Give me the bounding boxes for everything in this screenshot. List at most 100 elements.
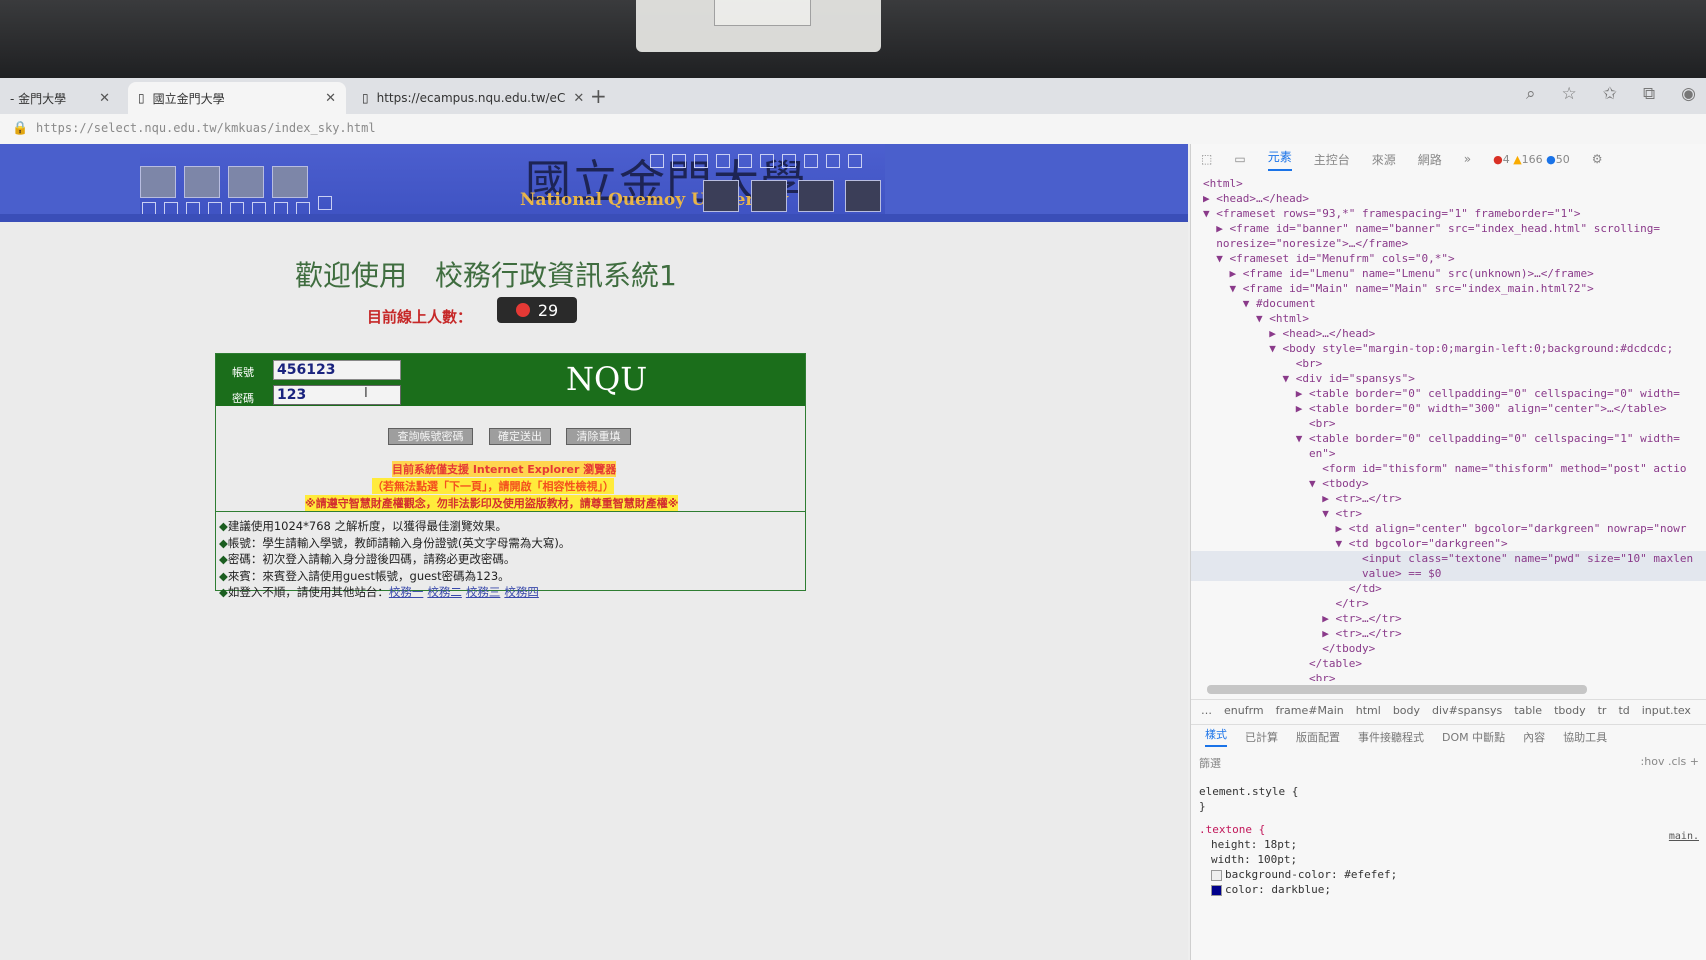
styles-tab[interactable]: DOM 中斷點	[1442, 729, 1505, 745]
dom-node[interactable]: ▶ <tr>…</tr>	[1191, 611, 1706, 626]
css-prop[interactable]: height: 18pt;	[1199, 837, 1397, 852]
tab-elements[interactable]: 元素	[1267, 148, 1292, 171]
issue-counts[interactable]: ●4 ▲166 ●50	[1493, 153, 1570, 166]
lookup-password-button[interactable]: 查詢帳號密碼	[388, 428, 473, 445]
login-panel: 帳號 456123 密碼 123 I NQU 查詢帳號密碼 確定送出 清除重填 …	[215, 353, 806, 599]
dom-node[interactable]: ▼ #document	[1191, 296, 1706, 311]
dom-node[interactable]: ▼ <td bgcolor="darkgreen">	[1191, 536, 1706, 551]
dom-node[interactable]: ▶ <frame id="Lmenu" name="Lmenu" src(unk…	[1191, 266, 1706, 281]
dom-node[interactable]: ▼ <table border="0" cellpadding="0" cell…	[1191, 431, 1706, 446]
breadcrumb-item[interactable]: enufrm	[1224, 704, 1264, 717]
dom-node[interactable]: <html>	[1191, 176, 1706, 191]
alt-site-link[interactable]: 校務四	[504, 585, 539, 599]
breadcrumb-item[interactable]: td	[1618, 704, 1629, 717]
collections-icon[interactable]: ⧉	[1643, 84, 1655, 104]
dom-node[interactable]: ▼ <tbody>	[1191, 476, 1706, 491]
more-tabs-icon[interactable]: »	[1464, 152, 1471, 166]
dom-node[interactable]: <br>	[1191, 356, 1706, 371]
dom-node[interactable]: ▶ <tr>…</tr>	[1191, 491, 1706, 506]
dom-node[interactable]: ▶ <frame id="banner" name="banner" src="…	[1191, 221, 1706, 236]
new-tab-button[interactable]: +	[590, 84, 607, 108]
styles-tab[interactable]: 協助工具	[1563, 729, 1607, 745]
dom-node[interactable]: <input class="textone" name="pwd" size="…	[1191, 551, 1706, 566]
breadcrumb-item[interactable]: html	[1356, 704, 1381, 717]
dom-node[interactable]: </td>	[1191, 581, 1706, 596]
horizontal-scrollbar[interactable]	[1207, 685, 1587, 694]
breadcrumb-item[interactable]: …	[1201, 704, 1212, 717]
tab-sources[interactable]: 來源	[1372, 151, 1396, 168]
stylesheet-link[interactable]: main.	[1669, 831, 1699, 842]
dom-node[interactable]: <br>	[1191, 671, 1706, 681]
styles-filter[interactable]: 篩選 :hov .cls +	[1199, 755, 1699, 773]
favorite-add-icon[interactable]: ☆	[1562, 84, 1577, 104]
dom-node[interactable]: ▶ <tr>…</tr>	[1191, 626, 1706, 641]
address-url[interactable]: https://select.nqu.edu.tw/kmkuas/index_s…	[36, 121, 376, 135]
breadcrumb-item[interactable]: input.tex	[1642, 704, 1691, 717]
dom-node[interactable]: </tbody>	[1191, 641, 1706, 656]
styles-tab[interactable]: 事件接聽程式	[1358, 729, 1424, 745]
breadcrumb-item[interactable]: frame#Main	[1276, 704, 1344, 717]
reset-button[interactable]: 清除重填	[566, 428, 631, 445]
dom-tree[interactable]: <html> ▶ <head>…</head> ▼ <frameset rows="…	[1191, 176, 1706, 681]
breadcrumb-item[interactable]: tbody	[1554, 704, 1586, 717]
alt-site-link[interactable]: 校務二	[427, 585, 462, 599]
tab-1[interactable]: - 金門大學 ✕	[0, 82, 120, 114]
submit-button[interactable]: 確定送出	[489, 428, 551, 445]
breadcrumb-item[interactable]: table	[1514, 704, 1542, 717]
dom-node[interactable]: ▼ <frameset id="Menufrm" cols="0,*">	[1191, 251, 1706, 266]
tab-3[interactable]: ▯ https://ecampus.nqu.edu.tw/eC ✕	[352, 82, 584, 114]
dom-node[interactable]: ▼ <frame id="Main" name="Main" src="inde…	[1191, 281, 1706, 296]
close-icon[interactable]: ✕	[99, 91, 110, 106]
css-prop[interactable]: background-color: #efefef;	[1199, 867, 1397, 882]
dom-node[interactable]: ▶ <head>…</head>	[1191, 326, 1706, 341]
account-input[interactable]: 456123	[273, 360, 401, 380]
device-icon[interactable]: ▭	[1234, 152, 1245, 166]
styles-tab[interactable]: 已計算	[1245, 729, 1278, 745]
dom-node[interactable]: ▶ <td align="center" bgcolor="darkgreen"…	[1191, 521, 1706, 536]
css-prop[interactable]: color: darkblue;	[1199, 882, 1397, 897]
dom-node[interactable]: </table>	[1191, 656, 1706, 671]
dom-node[interactable]: <br>	[1191, 416, 1706, 431]
dom-node[interactable]: value> == $0	[1191, 566, 1706, 581]
tab-2[interactable]: ▯ 國立金門大學 ✕	[128, 82, 346, 114]
color-swatch-icon[interactable]	[1211, 869, 1222, 881]
dom-node[interactable]: ▼ <html>	[1191, 311, 1706, 326]
css-prop[interactable]: width: 100pt;	[1199, 852, 1397, 867]
close-icon[interactable]: ✕	[573, 91, 584, 106]
breadcrumb-item[interactable]: div#spansys	[1432, 704, 1502, 717]
address-bar[interactable]: 🔒 https://select.nqu.edu.tw/kmkuas/index…	[0, 114, 1706, 144]
filter-input[interactable]: 篩選	[1199, 757, 1221, 770]
inspect-icon[interactable]: ⬚	[1201, 152, 1212, 166]
password-input[interactable]: 123	[273, 385, 401, 405]
dom-node[interactable]: ▶ <table border="0" cellpadding="0" cell…	[1191, 386, 1706, 401]
tab-network[interactable]: 網路	[1418, 151, 1442, 168]
tab-console[interactable]: 主控台	[1314, 151, 1350, 168]
styles-tab[interactable]: 內容	[1523, 729, 1545, 745]
banner-square	[782, 154, 796, 168]
profile-icon[interactable]: ◉	[1681, 84, 1696, 104]
gear-icon[interactable]: ⚙	[1592, 152, 1603, 166]
alt-site-link[interactable]: 校務一	[389, 585, 424, 599]
dom-node[interactable]: ▶ <head>…</head>	[1191, 191, 1706, 206]
breadcrumb-item[interactable]: tr	[1598, 704, 1607, 717]
dom-node[interactable]: en">	[1191, 446, 1706, 461]
favorites-icon[interactable]: ✩	[1603, 84, 1617, 104]
dom-node[interactable]: ▼ <body style="margin-top:0;margin-left:…	[1191, 341, 1706, 356]
page-icon: ▯	[138, 91, 145, 105]
dom-node[interactable]: <form id="thisform" name="thisform" meth…	[1191, 461, 1706, 476]
dom-node[interactable]: ▼ <tr>	[1191, 506, 1706, 521]
dom-node[interactable]: ▼ <div id="spansys">	[1191, 371, 1706, 386]
dom-node[interactable]: </tr>	[1191, 596, 1706, 611]
error-count: 4	[1502, 152, 1510, 166]
dom-node[interactable]: noresize="noresize">…</frame>	[1191, 236, 1706, 251]
color-swatch-icon[interactable]	[1211, 884, 1222, 896]
styles-tab[interactable]: 版面配置	[1296, 729, 1340, 745]
read-aloud-icon[interactable]: ⌕	[1526, 84, 1536, 104]
dom-node[interactable]: ▼ <frameset rows="93,*" framespacing="1"…	[1191, 206, 1706, 221]
close-icon[interactable]: ✕	[325, 91, 336, 106]
filter-tools[interactable]: :hov .cls +	[1641, 755, 1699, 768]
breadcrumb-item[interactable]: body	[1393, 704, 1420, 717]
styles-tab[interactable]: 樣式	[1205, 726, 1227, 747]
alt-site-link[interactable]: 校務三	[466, 585, 501, 599]
dom-node[interactable]: ▶ <table border="0" width="300" align="c…	[1191, 401, 1706, 416]
